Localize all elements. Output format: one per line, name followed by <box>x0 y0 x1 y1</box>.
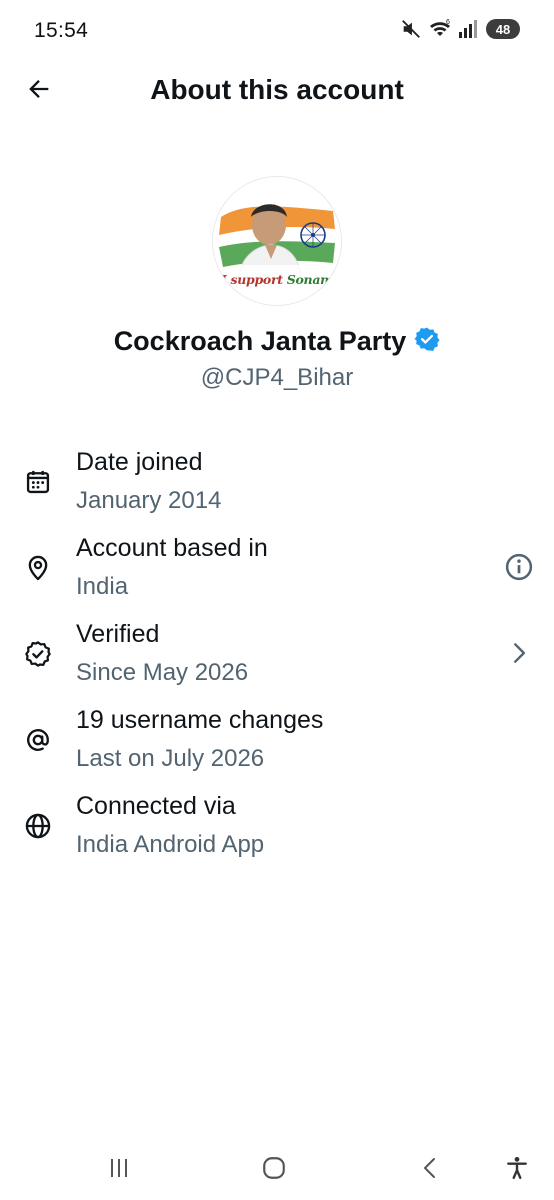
chevron-right-icon <box>506 640 532 671</box>
display-name-row: Cockroach Janta Party <box>0 326 554 357</box>
verified-badge-outline-icon <box>22 638 54 670</box>
avatar-caption-name: Sonam <box>286 272 334 287</box>
info-button[interactable] <box>502 552 536 586</box>
accessibility-icon <box>504 1155 530 1186</box>
info-row-username-changes: 19 username changes Last on July 2026 <box>0 704 554 790</box>
home-icon <box>261 1155 287 1186</box>
handle: @CJP4_Bihar <box>200 364 354 391</box>
info-subtitle: January 2014 <box>76 487 222 514</box>
info-row-verified[interactable]: Verified Since May 2026 <box>0 618 554 704</box>
system-back-button[interactable] <box>410 1154 450 1186</box>
header: About this account <box>0 62 554 120</box>
page-title: About this account <box>150 74 404 105</box>
info-title: Account based in <box>76 534 268 562</box>
info-row-account-based-in: Account based in India <box>0 532 554 618</box>
display-name: Cockroach Janta Party <box>113 326 407 356</box>
info-subtitle: India Android App <box>76 831 265 858</box>
info-subtitle: India <box>76 573 129 600</box>
arrow-left-icon <box>25 75 53 108</box>
info-title: Date joined <box>76 448 203 476</box>
nav-bar <box>0 1140 554 1200</box>
location-pin-icon <box>22 552 54 584</box>
home-button[interactable] <box>254 1154 294 1186</box>
recent-apps-button[interactable] <box>99 1154 139 1186</box>
at-sign-icon <box>22 724 54 756</box>
status-time: 15:54 <box>34 19 89 42</box>
info-row-connected-via: Connected via India Android App <box>0 790 554 876</box>
info-title: Verified <box>76 620 160 648</box>
info-title: Connected via <box>76 792 236 820</box>
status-bar: 15:54 6 48 <box>0 0 554 62</box>
recent-apps-icon <box>107 1156 131 1185</box>
verified-badge-icon <box>414 326 440 357</box>
battery-icon: 48 <box>486 19 520 39</box>
wifi-icon: 6 <box>428 18 452 40</box>
mute-icon <box>400 18 422 40</box>
globe-icon <box>22 810 54 842</box>
avatar-caption: I support Sonam <box>213 272 341 287</box>
back-icon <box>418 1156 442 1185</box>
verified-details-button[interactable] <box>502 638 536 672</box>
info-row-date-joined: Date joined January 2014 <box>0 446 554 532</box>
avatar-caption-prefix: I support <box>220 272 283 287</box>
signal-icon <box>458 19 478 39</box>
back-button[interactable] <box>22 74 56 108</box>
info-subtitle: Last on July 2026 <box>76 745 265 772</box>
avatar[interactable]: I support Sonam <box>213 177 341 305</box>
svg-text:6: 6 <box>446 19 450 26</box>
accessibility-button[interactable] <box>497 1154 537 1186</box>
info-list: Date joined January 2014 Account based i… <box>0 446 554 876</box>
info-icon <box>504 552 534 587</box>
info-title: 19 username changes <box>76 706 324 734</box>
info-subtitle: Since May 2026 <box>76 659 249 686</box>
status-icons: 6 48 <box>400 18 520 40</box>
calendar-icon <box>22 466 54 498</box>
